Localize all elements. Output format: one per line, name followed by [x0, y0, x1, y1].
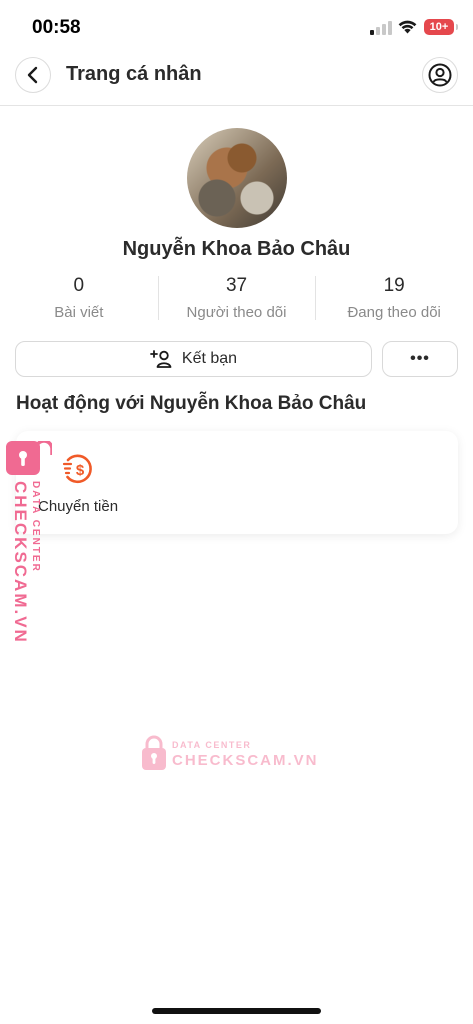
profile-name: Nguyễn Khoa Bảo Châu	[122, 238, 351, 260]
status-bar: 00:58 10+	[0, 0, 473, 52]
profile-button[interactable]	[422, 57, 458, 93]
watermark-tag: DATA CENTER	[30, 481, 41, 573]
lock-icon	[142, 735, 166, 770]
watermark-brand: CHECKSCAM.VN	[172, 752, 319, 769]
watermark-tag: DATA CENTER	[172, 740, 252, 750]
more-icon: •••	[410, 350, 430, 367]
battery-indicator: 10+	[424, 19, 458, 35]
stat-label: Người theo dõi	[186, 304, 287, 321]
stat-label: Bài viết	[54, 304, 104, 321]
chevron-left-icon	[27, 66, 38, 84]
back-button[interactable]	[15, 57, 51, 93]
stat-label: Đang theo dõi	[347, 304, 441, 321]
stat-followers[interactable]: 37 Người theo dõi	[157, 274, 316, 324]
stat-count: 0	[73, 275, 85, 296]
svg-text:$: $	[76, 462, 85, 479]
stat-posts[interactable]: 0 Bài viết	[0, 274, 158, 324]
stat-count: 37	[225, 275, 248, 296]
home-indicator[interactable]	[152, 1008, 321, 1014]
activity-card: $ Chuyển tiền	[16, 431, 458, 534]
more-options-button[interactable]: •••	[382, 341, 458, 377]
wifi-icon	[398, 20, 417, 34]
avatar[interactable]	[187, 128, 287, 228]
profile-stats: 0 Bài viết 37 Người theo dõi 19 Đang the…	[0, 274, 473, 324]
money-transfer-icon[interactable]: $	[62, 452, 96, 486]
add-user-icon	[150, 350, 172, 368]
stat-following[interactable]: 19 Đang theo dõi	[315, 274, 473, 324]
activity-section-title: Hoạt động với Nguyễn Khoa Bảo Châu	[16, 393, 367, 414]
watermark-brand: CHECKSCAM.VN	[11, 481, 30, 644]
side-watermark: CHECKSCAM.VN DATA CENTER	[4, 441, 52, 644]
add-friend-button[interactable]: Kết bạn	[15, 341, 372, 377]
center-watermark: DATA CENTER CHECKSCAM.VN	[141, 733, 317, 773]
lock-icon	[6, 441, 52, 475]
add-friend-label: Kết bạn	[181, 350, 238, 367]
transfer-label[interactable]: Chuyển tiền	[38, 498, 118, 515]
stat-count: 19	[383, 275, 405, 296]
signal-icon	[370, 21, 392, 35]
page-title: Trang cá nhân	[66, 63, 202, 85]
header: Trang cá nhân	[0, 52, 473, 106]
status-time: 00:58	[32, 17, 81, 38]
user-circle-icon	[428, 63, 452, 87]
